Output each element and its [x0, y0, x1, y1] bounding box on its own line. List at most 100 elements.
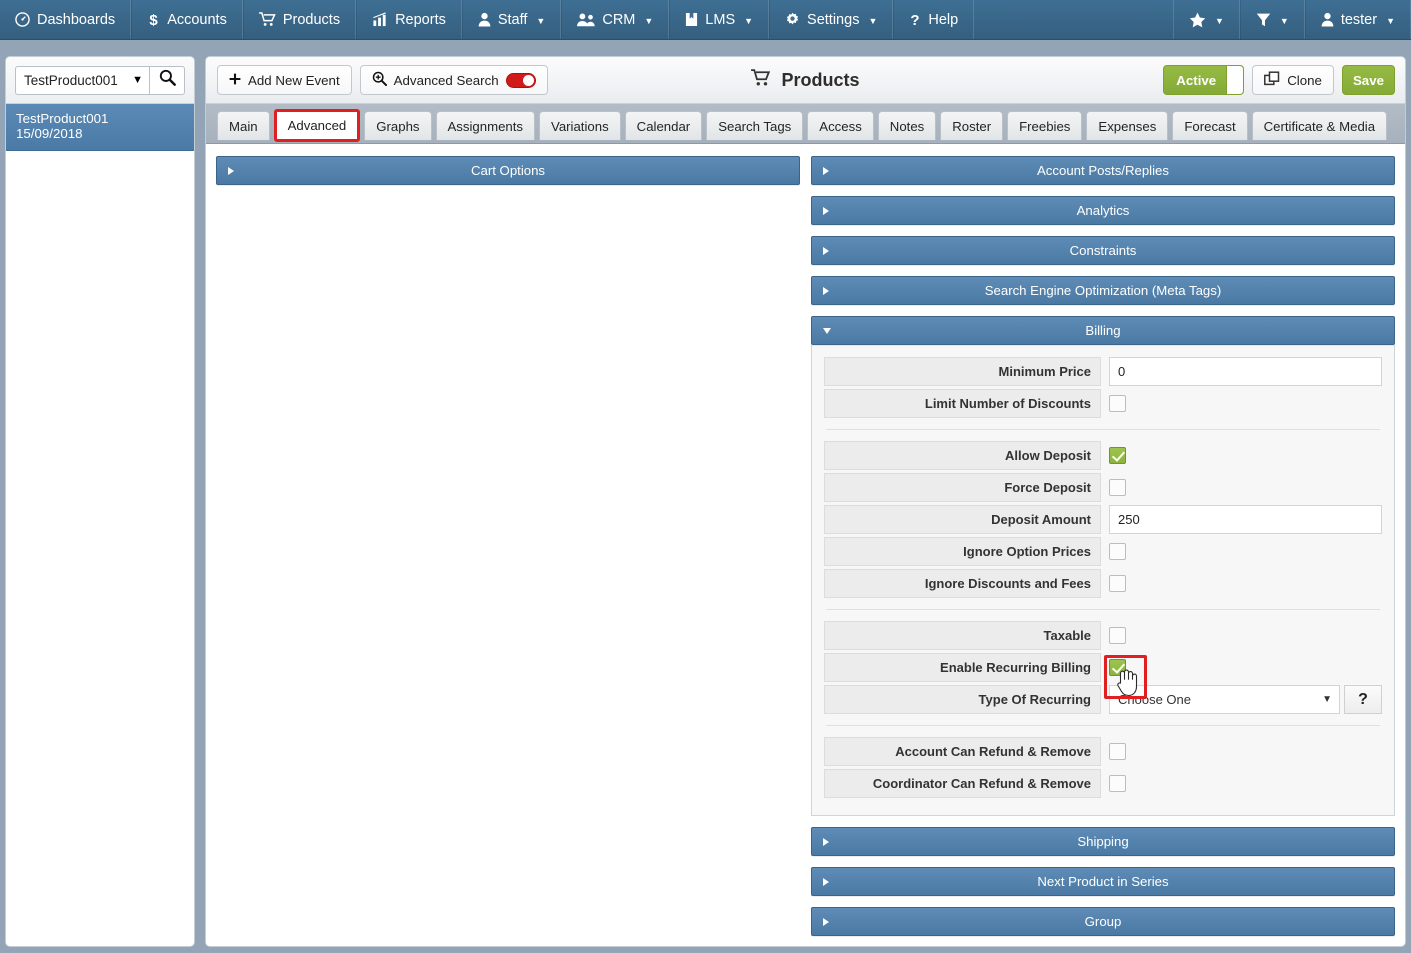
nav-item-products[interactable]: Products: [242, 0, 357, 39]
product-select[interactable]: TestProduct001 ▼: [15, 65, 149, 95]
nav-item-settings[interactable]: Settings ▼: [769, 0, 894, 39]
panel-seo-meta-tags[interactable]: Search Engine Optimization (Meta Tags): [811, 276, 1395, 305]
question-icon: ?: [909, 12, 921, 28]
field-label: Type Of Recurring: [824, 685, 1101, 714]
nav-label-reports: Reports: [395, 11, 446, 28]
add-new-event-button[interactable]: Add New Event: [217, 65, 352, 95]
search-button[interactable]: [149, 65, 185, 95]
nav-item-user-tester[interactable]: tester ▼: [1304, 0, 1411, 39]
field-row-allow-deposit: Allow Deposit: [824, 441, 1382, 470]
coordinator-can-refund-remove-checkbox[interactable]: [1109, 775, 1126, 792]
tab-expenses[interactable]: Expenses: [1086, 111, 1169, 140]
ignore-option-prices-checkbox[interactable]: [1109, 543, 1126, 560]
tab-forecast[interactable]: Forecast: [1172, 111, 1248, 140]
nav-item-accounts[interactable]: $ Accounts: [131, 0, 243, 39]
tab-calendar[interactable]: Calendar: [624, 111, 703, 140]
chevron-right-icon: [228, 166, 234, 175]
nav-label-dashboards: Dashboards: [37, 11, 116, 28]
type-of-recurring-help-button[interactable]: ?: [1344, 685, 1382, 714]
sidebar-result-item[interactable]: TestProduct001 15/09/2018: [6, 104, 194, 151]
page-title-text: Products: [781, 70, 860, 90]
active-toggle-button[interactable]: Active: [1163, 65, 1245, 95]
nav-item-dashboards[interactable]: Dashboards: [0, 0, 132, 39]
panel-title: Search Engine Optimization (Meta Tags): [984, 283, 1222, 298]
nav-item-lms[interactable]: LMS ▼: [669, 0, 770, 39]
field-value-wrap: [1101, 737, 1382, 766]
force-deposit-checkbox[interactable]: [1109, 479, 1126, 496]
panel-account-posts-replies[interactable]: Account Posts/Replies: [811, 156, 1395, 185]
panel-shipping[interactable]: Shipping: [811, 827, 1395, 856]
sidebar-result-date: 15/09/2018: [16, 126, 83, 141]
tab-label: Expenses: [1098, 118, 1157, 134]
field-value-wrap: [1101, 473, 1382, 502]
nav-label-staff: Staff: [497, 11, 528, 28]
nav-item-filter[interactable]: ▼: [1239, 0, 1305, 39]
deposit-amount-input[interactable]: 250: [1109, 505, 1382, 534]
toolbar-right-group: Active Clone Save: [1163, 65, 1395, 95]
panel-group[interactable]: Group: [811, 907, 1395, 936]
tab-access[interactable]: Access: [807, 111, 874, 140]
section-divider: [826, 429, 1380, 430]
taxable-checkbox[interactable]: [1109, 627, 1126, 644]
nav-item-staff[interactable]: Staff ▼: [461, 0, 562, 39]
field-row-minimum-price: Minimum Price 0: [824, 357, 1382, 386]
allow-deposit-checkbox[interactable]: [1109, 447, 1126, 464]
tab-label: Assignments: [447, 118, 524, 134]
nav-item-crm[interactable]: CRM ▼: [561, 0, 670, 39]
advanced-search-button[interactable]: Advanced Search: [359, 65, 548, 95]
tab-label: Roster: [952, 118, 992, 134]
panel-title: Shipping: [1077, 834, 1129, 849]
field-label: Allow Deposit: [824, 441, 1101, 470]
tab-label: Forecast: [1184, 118, 1236, 134]
chevron-down-icon: ▼: [868, 15, 878, 26]
account-can-refund-remove-checkbox[interactable]: [1109, 743, 1126, 760]
tab-assignments[interactable]: Assignments: [435, 111, 535, 140]
minimum-price-input[interactable]: 0: [1109, 357, 1382, 386]
field-label: Minimum Price: [824, 357, 1101, 386]
chevron-down-icon: ▼: [1214, 15, 1224, 26]
chevron-right-icon: [823, 837, 829, 846]
nav-label-lms: LMS: [705, 11, 736, 28]
panel-cart-options[interactable]: Cart Options: [216, 156, 800, 185]
nav-item-help[interactable]: ? Help: [893, 0, 975, 39]
tab-main[interactable]: Main: [217, 111, 270, 140]
save-label: Save: [1352, 72, 1384, 88]
panel-billing-header[interactable]: Billing: [811, 316, 1395, 345]
active-label: Active: [1176, 72, 1217, 88]
panel-analytics[interactable]: Analytics: [811, 196, 1395, 225]
nav-item-favourites[interactable]: ▼: [1174, 0, 1240, 39]
field-row-force-deposit: Force Deposit: [824, 473, 1382, 502]
tab-notes[interactable]: Notes: [877, 111, 937, 140]
nav-label-crm: CRM: [602, 11, 636, 28]
limit-number-of-discounts-checkbox[interactable]: [1109, 395, 1126, 412]
field-row-taxable: Taxable: [824, 621, 1382, 650]
nav-item-reports[interactable]: Reports: [356, 0, 462, 39]
panel-billing: Billing Minimum Price 0 Limit Number of …: [811, 316, 1395, 816]
tab-variations[interactable]: Variations: [539, 111, 621, 140]
cart-icon: [258, 12, 276, 27]
ignore-discounts-and-fees-checkbox[interactable]: [1109, 575, 1126, 592]
save-button[interactable]: Save: [1341, 65, 1395, 95]
panel-next-product-in-series[interactable]: Next Product in Series: [811, 867, 1395, 896]
clone-button[interactable]: Clone: [1252, 65, 1334, 95]
tab-certificate-media[interactable]: Certificate & Media: [1251, 111, 1388, 140]
enable-recurring-billing-checkbox[interactable]: [1109, 659, 1126, 676]
person-icon: [478, 12, 491, 27]
field-row-ignore-discounts-and-fees: Ignore Discounts and Fees: [824, 569, 1382, 598]
tab-graphs[interactable]: Graphs: [364, 111, 432, 140]
chevron-down-icon: ▼: [1322, 694, 1332, 705]
content-toolbar: Add New Event Advanced Search Products A…: [206, 57, 1405, 104]
advanced-search-toggle[interactable]: [505, 72, 536, 88]
tab-freebies[interactable]: Freebies: [1007, 111, 1083, 140]
section-divider: [826, 609, 1380, 610]
tab-search-tags[interactable]: Search Tags: [706, 111, 804, 140]
tab-advanced[interactable]: Advanced: [273, 109, 361, 142]
field-value-wrap: [1101, 653, 1382, 682]
type-of-recurring-select[interactable]: Choose One ▼: [1109, 685, 1340, 714]
tab-label: Certificate & Media: [1263, 118, 1376, 134]
tab-roster[interactable]: Roster: [940, 111, 1004, 140]
svg-text:$: $: [150, 12, 159, 28]
panel-constraints[interactable]: Constraints: [811, 236, 1395, 265]
field-value-wrap: [1101, 389, 1382, 418]
dashboard-icon: [15, 12, 30, 27]
